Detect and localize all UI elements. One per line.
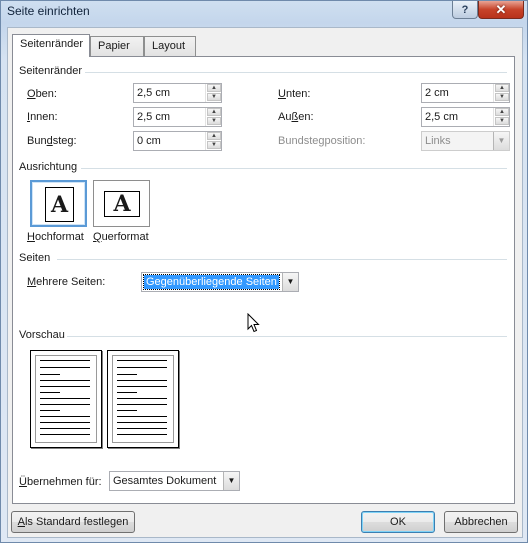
outer-margin-value: 2,5 cm	[425, 111, 459, 123]
chevron-down-icon: ▼	[493, 132, 509, 150]
apply-to-value: Gesamtes Dokument	[113, 475, 217, 487]
landscape-option[interactable]: A	[93, 180, 150, 227]
set-default-button[interactable]: Als Standard festlegen	[11, 511, 135, 533]
preview-heading: Vorschau	[19, 329, 65, 341]
portrait-page-icon: A	[45, 187, 74, 222]
multiple-pages-label: Mehrere Seiten:	[27, 276, 106, 288]
chevron-down-icon[interactable]: ▼	[282, 273, 298, 291]
bottom-margin-label: Unten:	[278, 88, 311, 100]
close-button[interactable]: ✕	[478, 1, 524, 19]
gutter-spinner[interactable]: 0 cm ▲ ▼	[133, 131, 222, 151]
preview-page-right	[107, 350, 179, 448]
outer-margin-spinner[interactable]: 2,5 cm ▲ ▼	[421, 107, 510, 127]
inner-margin-label: Innen:	[27, 111, 58, 123]
multiple-pages-select[interactable]: Gegenüberliegende Seiten ▼	[141, 272, 299, 292]
apply-to-select[interactable]: Gesamtes Dokument ▼	[109, 471, 240, 491]
top-margin-label: Oben:	[27, 88, 57, 100]
portrait-option[interactable]: A	[30, 180, 87, 227]
tab-label: Layout	[152, 40, 186, 52]
pages-separator	[57, 259, 507, 260]
gutter-label: Bundsteg:	[27, 135, 77, 147]
multiple-pages-value: Gegenüberliegende Seiten	[143, 274, 280, 290]
tab-seitenraender[interactable]: Seitenränder	[12, 34, 90, 57]
landscape-label: Querformat	[93, 231, 149, 243]
margins-separator	[85, 72, 507, 73]
spin-up-icon[interactable]: ▲	[207, 84, 221, 92]
tab-label: Papier	[98, 40, 130, 52]
inner-margin-spinner[interactable]: 2,5 cm ▲ ▼	[133, 107, 222, 127]
landscape-page-icon: A	[104, 191, 140, 217]
portrait-label: Hochformat	[27, 231, 84, 243]
gutter-position-label: Bundstegposition:	[278, 135, 366, 147]
spin-down-icon[interactable]: ▼	[495, 117, 509, 125]
tab-layout[interactable]: Layout	[144, 36, 196, 56]
outer-margin-label: Außen:	[278, 111, 314, 123]
gutter-value: 0 cm	[137, 135, 161, 147]
top-margin-spinner[interactable]: 2,5 cm ▲ ▼	[133, 83, 222, 103]
preview-page-margin	[35, 355, 97, 443]
cancel-button[interactable]: Abbrechen	[444, 511, 518, 533]
inner-margin-value: 2,5 cm	[137, 111, 171, 123]
spin-down-icon[interactable]: ▼	[207, 141, 221, 149]
orientation-heading: Ausrichtung	[19, 161, 78, 173]
preview-page-left	[30, 350, 102, 448]
spin-down-icon[interactable]: ▼	[207, 117, 221, 125]
spin-up-icon[interactable]: ▲	[207, 108, 221, 116]
tab-papier[interactable]: Papier	[90, 36, 144, 56]
spin-up-icon[interactable]: ▲	[495, 108, 509, 116]
bottom-margin-spinner[interactable]: 2 cm ▲ ▼	[421, 83, 510, 103]
page-setup-dialog: Seite einrichten ? ✕ Seitenränder Papier…	[0, 0, 528, 543]
spin-up-icon[interactable]: ▲	[495, 84, 509, 92]
help-icon: ?	[461, 3, 469, 16]
preview-separator	[67, 336, 507, 337]
help-button[interactable]: ?	[452, 1, 478, 19]
close-icon: ✕	[495, 1, 507, 17]
chevron-down-icon[interactable]: ▼	[223, 472, 239, 490]
spin-up-icon[interactable]: ▲	[207, 132, 221, 140]
mouse-cursor-icon	[247, 313, 260, 333]
bottom-margin-value: 2 cm	[425, 87, 449, 99]
orientation-separator	[81, 168, 507, 169]
gutter-position-value: Links	[425, 135, 451, 147]
spin-down-icon[interactable]: ▼	[207, 93, 221, 101]
gutter-position-select: Links ▼	[421, 131, 510, 151]
tab-label: Seitenränder	[20, 38, 83, 50]
title-bar[interactable]: Seite einrichten ? ✕	[1, 1, 527, 23]
preview-page-margin	[112, 355, 174, 443]
spin-down-icon[interactable]: ▼	[495, 93, 509, 101]
pages-heading: Seiten	[19, 252, 51, 264]
margins-heading: Seitenränder	[19, 65, 82, 77]
window-title: Seite einrichten	[7, 4, 90, 18]
apply-to-label: Übernehmen für:	[19, 476, 102, 488]
ok-button[interactable]: OK	[361, 511, 435, 533]
top-margin-value: 2,5 cm	[137, 87, 171, 99]
